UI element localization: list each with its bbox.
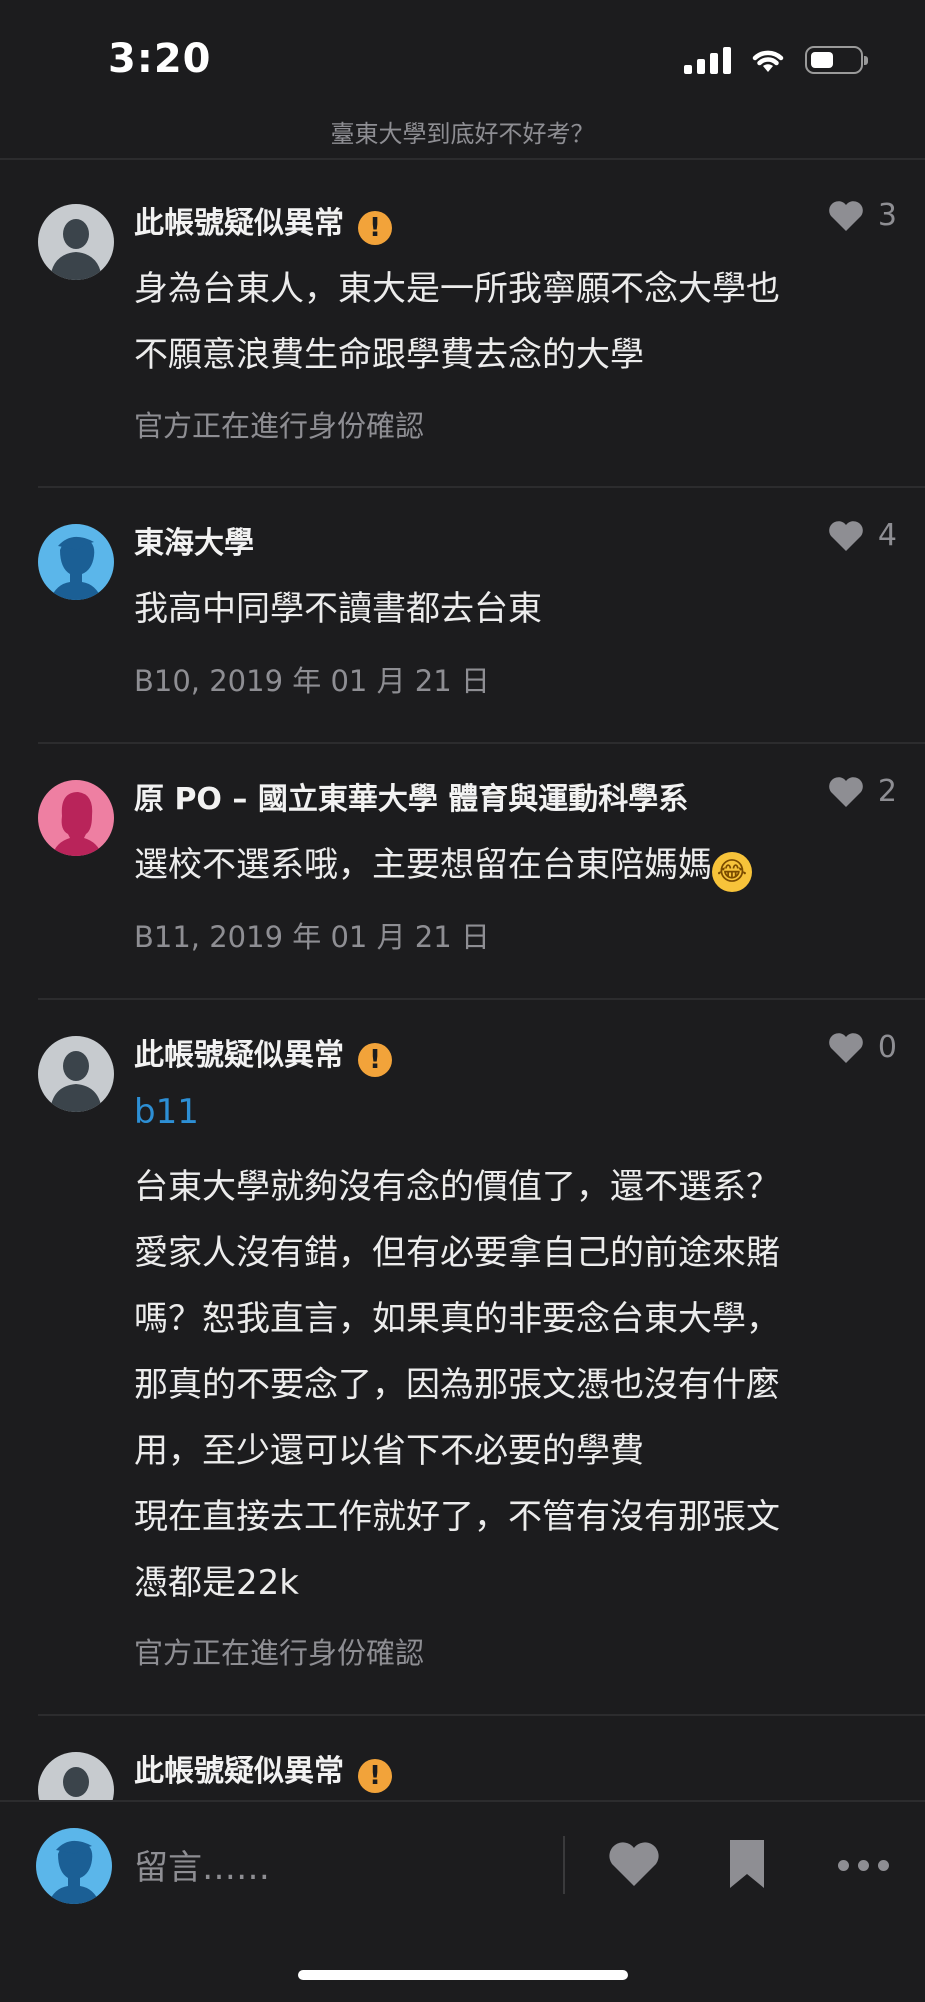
default-gray-avatar-icon <box>38 1752 114 1800</box>
heart-icon <box>829 776 863 807</box>
status-time: 3:20 <box>108 36 212 82</box>
warning-icon: ! <box>358 211 392 245</box>
home-indicator <box>298 1970 628 1980</box>
comment-meta: 官方正在進行身份確認 <box>134 409 425 443</box>
username-text: 此帳號疑似異常 <box>134 1038 344 1073</box>
comment-line: 不願意浪費生命跟學費去念的大學 <box>134 335 644 375</box>
comment-body: 我高中同學不讀書都去台東 <box>134 576 864 642</box>
username-text: 此帳號疑似異常 <box>134 206 344 241</box>
avatar[interactable] <box>38 1752 114 1800</box>
comment-body: 身為台東人，東大是一所我寧願不念大學也 不願意浪費生命跟學費去念的大學 <box>134 256 864 388</box>
heart-icon[interactable] <box>608 1840 660 1888</box>
rolling-on-floor-laughing-emoji-icon: 😂 <box>712 852 752 892</box>
male-blue-avatar-icon <box>38 524 114 600</box>
comment-input[interactable]: 留言…… <box>134 1838 554 1898</box>
comment-divider <box>38 742 925 744</box>
comment-meta: B11, 2019 年 01 月 21 日 <box>134 920 490 954</box>
comment-divider <box>38 998 925 1000</box>
status-icons <box>684 44 868 76</box>
female-pink-avatar-icon <box>38 780 114 856</box>
my-avatar[interactable] <box>36 1828 112 1904</box>
like-button[interactable]: 0 <box>828 1030 897 1065</box>
avatar[interactable] <box>38 1036 114 1112</box>
page-title[interactable]: 臺東大學到底好不好考？ <box>0 114 925 149</box>
status-bar: 3:20 <box>0 0 925 110</box>
like-button[interactable]: 3 <box>828 198 897 233</box>
more-icon[interactable] <box>838 1860 889 1871</box>
avatar[interactable] <box>38 780 114 856</box>
wifi-icon <box>752 50 784 72</box>
battery-icon <box>805 46 868 74</box>
male-blue-avatar-icon <box>36 1828 112 1904</box>
username[interactable]: 此帳號疑似異常! <box>134 1746 392 1793</box>
bottom-bar-separator <box>563 1836 565 1894</box>
comment-body: 台東大學就夠沒有念的價值了，還不選系？ 愛家人沒有錯，但有必要拿自己的前途來賭 … <box>134 1154 864 1616</box>
comment-line: 身為台東人，東大是一所我寧願不念大學也 <box>134 269 780 309</box>
like-count: 4 <box>877 518 897 553</box>
battery-level <box>811 52 833 68</box>
like-count: 2 <box>877 774 897 809</box>
comment-line: 我高中同學不讀書都去台東 <box>134 589 542 629</box>
comment-line: 愛家人沒有錯，但有必要拿自己的前途來賭 <box>134 1233 780 1273</box>
like-count: 3 <box>877 198 897 233</box>
username[interactable]: 此帳號疑似異常! <box>134 1030 392 1077</box>
comment-line: 選校不選系哦，主要想留在台東陪媽媽 😂 <box>134 832 864 898</box>
comment-meta: B10, 2019 年 01 月 21 日 <box>134 664 490 698</box>
comment-divider <box>38 1714 925 1716</box>
warning-icon: ! <box>358 1043 392 1077</box>
comment-list[interactable]: 此帳號疑似異常! 3 身為台東人，東大是一所我寧願不念大學也 不願意浪費生命跟學… <box>0 160 925 1800</box>
comment-line: 嗎？恕我直言，如果真的非要念台東大學， <box>134 1299 780 1339</box>
heart-icon <box>829 1032 863 1063</box>
comment-line: 用，至少還可以省下不必要的學費 <box>134 1431 644 1471</box>
reply-tag-link[interactable]: b11 <box>134 1092 199 1132</box>
bookmark-icon[interactable] <box>726 1838 768 1890</box>
comment-line-text: 選校不選系哦，主要想留在台東陪媽媽 <box>134 845 712 885</box>
username[interactable]: 此帳號疑似異常! <box>134 198 392 245</box>
comment-divider <box>38 486 925 488</box>
comment-meta: 官方正在進行身份確認 <box>134 1636 425 1670</box>
avatar[interactable] <box>38 204 114 280</box>
default-gray-avatar-icon <box>38 204 114 280</box>
cellular-signal-icon <box>684 46 731 74</box>
heart-icon <box>829 520 863 551</box>
username[interactable]: 原 PO – 國立東華大學 體育與運動科學系 <box>134 774 688 818</box>
username[interactable]: 東海大學 <box>134 518 254 562</box>
comment-line: 現在直接去工作就好了，不管有沒有那張文 <box>134 1497 780 1537</box>
like-count: 0 <box>877 1030 897 1065</box>
heart-icon <box>829 200 863 231</box>
username-text: 此帳號疑似異常 <box>134 1754 344 1789</box>
default-gray-avatar-icon <box>38 1036 114 1112</box>
avatar[interactable] <box>38 524 114 600</box>
like-button[interactable]: 2 <box>828 774 897 809</box>
comment-line: 憑都是22k <box>134 1563 299 1603</box>
like-button[interactable]: 4 <box>828 518 897 553</box>
comment-line: 那真的不要念了，因為那張文憑也沒有什麼 <box>134 1365 780 1405</box>
comment-body: 選校不選系哦，主要想留在台東陪媽媽 😂 <box>134 832 864 898</box>
warning-icon: ! <box>358 1759 392 1793</box>
comment-line: 台東大學就夠沒有念的價值了，還不選系？ <box>134 1167 780 1207</box>
